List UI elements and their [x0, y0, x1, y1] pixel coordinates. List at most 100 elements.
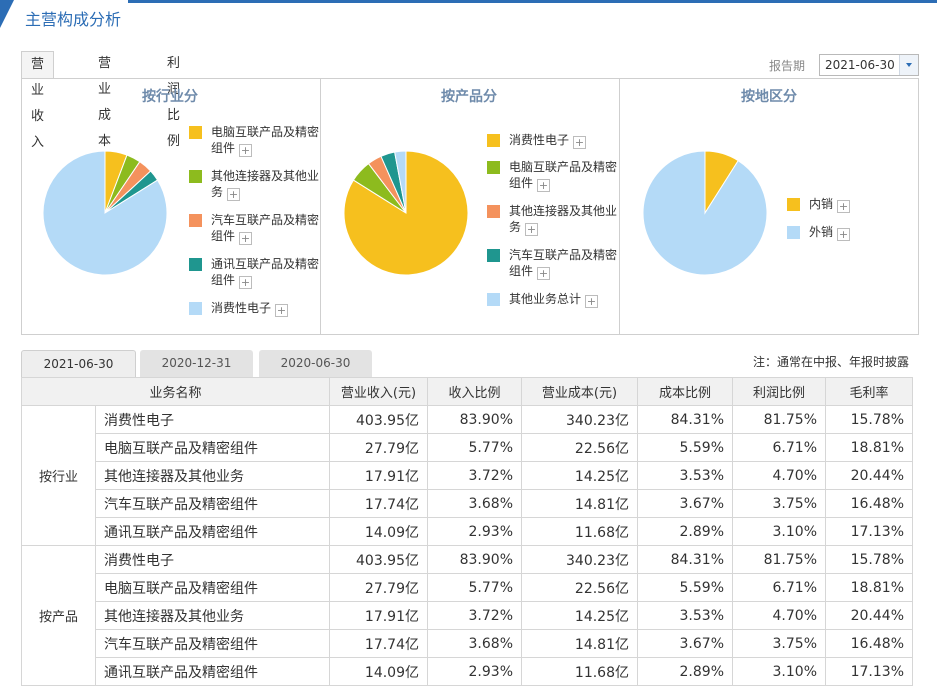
legend-item[interactable]: 消费性电子 + — [487, 132, 620, 149]
table-row: 汽车互联产品及精密组件 17.74亿 3.68% 14.81亿 3.67% 3.75% 16… — [22, 489, 913, 518]
plus-icon[interactable]: + — [573, 136, 587, 149]
legend-item[interactable]: 其他连接器及其他业务 + — [189, 168, 321, 201]
plus-icon[interactable]: + — [227, 188, 241, 201]
tab-period-2020-12-31[interactable]: 2020-12-31 — [140, 350, 253, 377]
legend-swatch — [487, 205, 500, 218]
disclosure-note: 注：通常在中报、年报时披露 — [753, 355, 910, 369]
cell-profit-ratio: 4.70% — [732, 601, 826, 630]
cell-revenue: 17.74亿 — [329, 629, 428, 658]
legend-item[interactable]: 内销 + — [787, 196, 907, 213]
cell-name: 其他连接器及其他业务 — [95, 601, 330, 630]
legend-item[interactable]: 其他连接器及其他业务 + — [487, 203, 620, 236]
cell-cost: 340.23亿 — [521, 545, 638, 574]
cell-cost: 22.56亿 — [521, 433, 638, 462]
legend-label: 消费性电子 — [509, 133, 570, 147]
cell-cost-ratio: 3.67% — [637, 489, 733, 518]
cell-cost-ratio: 2.89% — [637, 517, 733, 546]
col-header-business: 业务名称 — [21, 377, 330, 406]
cell-revenue: 17.74亿 — [329, 489, 428, 518]
period-label: 报告期 — [769, 59, 806, 73]
cell-name: 通讯互联产品及精密组件 — [95, 657, 330, 686]
plus-icon[interactable]: + — [585, 295, 599, 308]
col-header-cost-ratio: 成本比例 — [637, 377, 733, 406]
group-label: 按行业 — [21, 405, 96, 546]
tab-revenue[interactable]: 营业收入 — [21, 51, 55, 150]
legend-label: 通讯互联产品及精密组件 — [211, 257, 320, 287]
cell-cost: 340.23亿 — [521, 405, 638, 434]
col-header-profit-ratio: 利润比例 — [732, 377, 826, 406]
legend-label: 电脑互联产品及精密组件 — [509, 160, 618, 190]
cell-gross-margin: 20.44% — [825, 601, 913, 630]
cell-cost-ratio: 5.59% — [637, 573, 733, 602]
cell-revenue: 14.09亿 — [329, 517, 428, 546]
header-rule — [128, 0, 937, 3]
cell-revenue-ratio: 5.77% — [427, 433, 522, 462]
group-label: 按产品 — [21, 545, 96, 686]
legend-item[interactable]: 电脑互联产品及精密组件 + — [189, 124, 321, 157]
legend-swatch — [787, 226, 800, 239]
cell-cost-ratio: 3.67% — [637, 629, 733, 658]
cell-revenue: 403.95亿 — [329, 545, 428, 574]
legend-swatch — [787, 198, 800, 211]
legend-item[interactable]: 其他业务总计 + — [487, 291, 620, 308]
plus-icon[interactable]: + — [537, 179, 551, 192]
plus-icon[interactable]: + — [525, 223, 539, 236]
legend-swatch — [487, 161, 500, 174]
cell-name: 电脑互联产品及精密组件 — [95, 573, 330, 602]
chart-legend: 电脑互联产品及精密组件 + 其他连接器及其他业务 + 汽车互联产品及精密组件 + 通讯… — [189, 124, 321, 317]
tab-profit-ratio[interactable]: 利润比例 — [158, 51, 189, 149]
plus-icon[interactable]: + — [275, 304, 289, 317]
chart-by-product: 按产品分 消费性电子 + 电脑互联产品及精密组件 + 其他连接器及其他业务 + 汽车互… — [320, 79, 620, 334]
legend-swatch — [189, 302, 202, 315]
plus-icon[interactable]: + — [537, 267, 551, 280]
legend-label: 内销 — [809, 197, 834, 211]
table-row: 通讯互联产品及精密组件 14.09亿 2.93% 11.68亿 2.89% 3.10% 17… — [22, 517, 913, 546]
cell-profit-ratio: 81.75% — [732, 405, 826, 434]
tab-period-2021-06-30[interactable]: 2021-06-30 — [21, 350, 136, 379]
legend-label: 汽车互联产品及精密组件 — [509, 248, 618, 278]
plus-icon[interactable]: + — [239, 232, 253, 245]
cell-gross-margin: 15.78% — [825, 545, 913, 574]
cell-revenue-ratio: 3.72% — [427, 601, 522, 630]
legend-item[interactable]: 汽车互联产品及精密组件 + — [487, 247, 620, 280]
legend-item[interactable]: 消费性电子 + — [189, 300, 321, 317]
chart-legend: 内销 + 外销 + — [787, 196, 907, 241]
cell-profit-ratio: 3.75% — [732, 629, 826, 658]
chart-title: 按行业分 — [142, 89, 198, 105]
cell-cost: 14.25亿 — [521, 461, 638, 490]
cell-revenue-ratio: 5.77% — [427, 573, 522, 602]
legend-item[interactable]: 电脑互联产品及精密组件 + — [487, 159, 620, 192]
table-row: 按产品 消费性电子 403.95亿 83.90% 340.23亿 84.31% 81.75%… — [21, 545, 913, 686]
pie-chart — [42, 150, 168, 276]
legend-swatch — [189, 170, 202, 183]
plus-icon[interactable]: + — [239, 144, 253, 157]
table-row: 电脑互联产品及精密组件 27.79亿 5.77% 22.56亿 5.59% 6.71% 18… — [22, 573, 913, 602]
plus-icon[interactable]: + — [837, 228, 851, 241]
plus-icon[interactable]: + — [837, 200, 851, 213]
plus-icon[interactable]: + — [239, 276, 253, 289]
legend-item[interactable]: 汽车互联产品及精密组件 + — [189, 212, 321, 245]
cell-cost-ratio: 84.31% — [637, 545, 733, 574]
cell-revenue-ratio: 3.68% — [427, 629, 522, 658]
chevron-down-icon[interactable] — [899, 55, 918, 75]
period-select[interactable]: 2021-06-30 — [819, 54, 919, 76]
table-header-row: 业务名称 营业收入(元) 收入比例 营业成本(元) 成本比例 利润比例 毛利率 — [21, 377, 913, 406]
cell-profit-ratio: 6.71% — [732, 433, 826, 462]
pie-chart — [343, 150, 469, 276]
pie-slice[interactable] — [642, 150, 768, 276]
legend-item[interactable]: 通讯互联产品及精密组件 + — [189, 256, 321, 289]
legend-item[interactable]: 外销 + — [787, 224, 907, 241]
pie-chart — [642, 150, 768, 276]
tab-cost[interactable]: 营业成本 — [89, 51, 120, 149]
cell-cost-ratio: 2.89% — [637, 657, 733, 686]
cell-cost-ratio: 84.31% — [637, 405, 733, 434]
cell-revenue-ratio: 3.68% — [427, 489, 522, 518]
tab-period-2020-06-30[interactable]: 2020-06-30 — [259, 350, 372, 377]
cell-revenue-ratio: 2.93% — [427, 657, 522, 686]
chart-by-industry: 按行业分 电脑互联产品及精密组件 + 其他连接器及其他业务 + 汽车互联产品及精密组… — [22, 79, 320, 334]
cell-gross-margin: 16.48% — [825, 489, 913, 518]
cell-profit-ratio: 4.70% — [732, 461, 826, 490]
cell-revenue: 14.09亿 — [329, 657, 428, 686]
table-row: 按行业 消费性电子 403.95亿 83.90% 340.23亿 84.31% 81.75%… — [21, 405, 913, 546]
chart-title: 按地区分 — [741, 89, 797, 105]
